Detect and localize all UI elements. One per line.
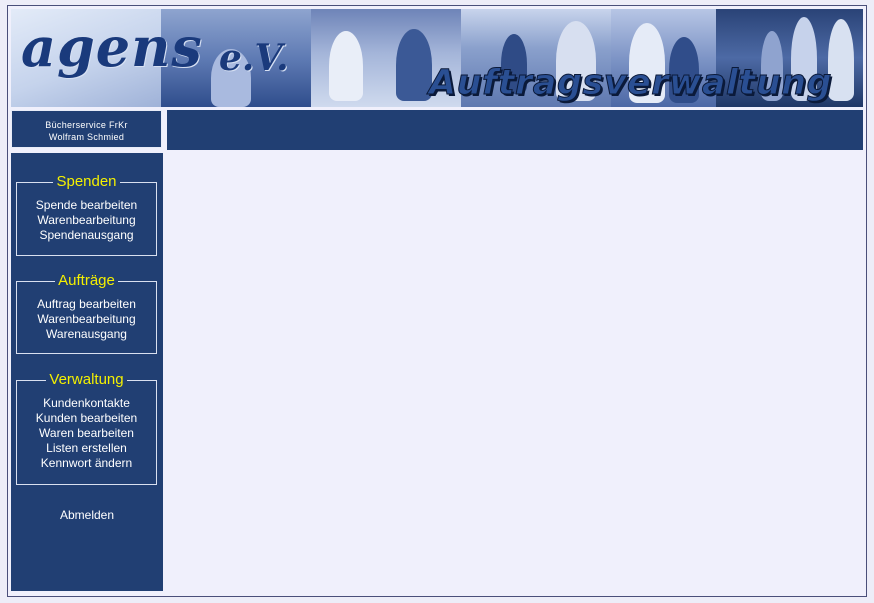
menu-item-waren-bearbeiten[interactable]: Waren bearbeiten — [17, 426, 156, 441]
account-user: Wolfram Schmied — [48, 132, 125, 142]
menu-item-spenden-warenbearbeitung[interactable]: Warenbearbeitung — [17, 213, 156, 228]
logo-agens: agens — [21, 15, 203, 79]
menu-item-auftraege-warenbearbeitung[interactable]: Warenbearbeitung — [17, 312, 156, 327]
account-info: Bücherservice FrKr Wolfram Schmied — [11, 110, 162, 148]
top-bar — [167, 110, 863, 150]
menu-item-kunden-bearbeiten[interactable]: Kunden bearbeiten — [17, 411, 156, 426]
menu-group-title: Verwaltung — [46, 371, 127, 388]
menu-group-auftraege: Aufträge Auftrag bearbeiten Warenbearbei… — [16, 272, 157, 354]
menu-item-spende-bearbeiten[interactable]: Spende bearbeiten — [17, 198, 156, 213]
logout-link[interactable]: Abmelden — [11, 508, 163, 522]
page-frame: agens e.V. Auftragsverwaltung Bücherserv… — [7, 5, 867, 597]
app-title: Auftragsverwaltung — [428, 63, 833, 104]
menu-group-spenden: Spenden Spende bearbeiten Warenbearbeitu… — [16, 173, 157, 256]
sidebar-nav: Spenden Spende bearbeiten Warenbearbeitu… — [11, 153, 163, 591]
menu-item-spendenausgang[interactable]: Spendenausgang — [17, 228, 156, 243]
logo-ev: e.V. — [219, 37, 289, 79]
menu-group-verwaltung: Verwaltung Kundenkontakte Kunden bearbei… — [16, 371, 157, 485]
menu-item-warenausgang[interactable]: Warenausgang — [17, 327, 156, 342]
menu-item-kundenkontakte[interactable]: Kundenkontakte — [17, 396, 156, 411]
menu-group-title: Aufträge — [55, 272, 118, 289]
main-content — [167, 153, 863, 591]
menu-item-auftrag-bearbeiten[interactable]: Auftrag bearbeiten — [17, 297, 156, 312]
header-banner: agens e.V. Auftragsverwaltung — [11, 9, 863, 107]
menu-group-title: Spenden — [53, 173, 120, 190]
menu-item-kennwort-aendern[interactable]: Kennwort ändern — [17, 456, 156, 471]
account-organisation: Bücherservice FrKr — [45, 120, 128, 130]
menu-item-listen-erstellen[interactable]: Listen erstellen — [17, 441, 156, 456]
